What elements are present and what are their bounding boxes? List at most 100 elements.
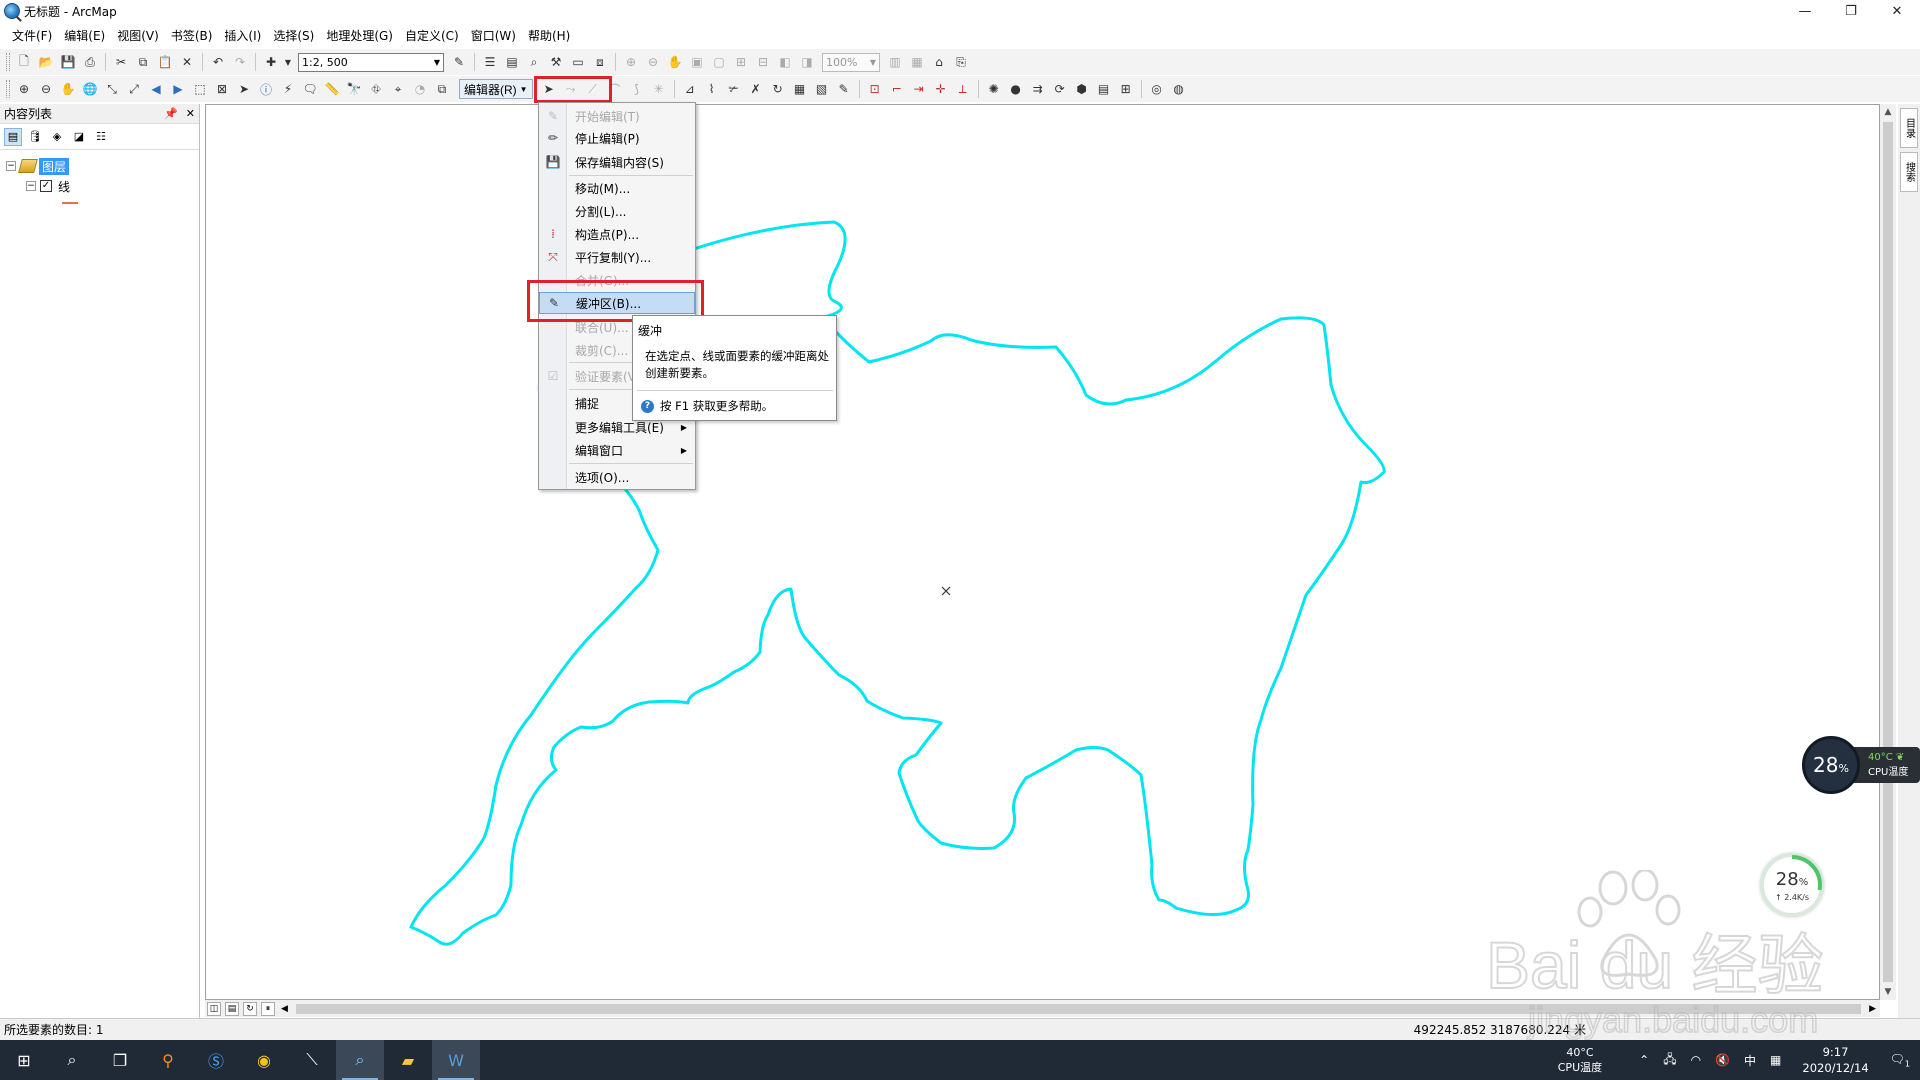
sketch-properties-icon[interactable]: ▧ [812,79,832,99]
arcmap-taskbar-icon[interactable]: ⌕ [336,1040,384,1080]
horizontal-scroll-thumb[interactable] [295,1003,1862,1014]
menu-start-editing[interactable]: ✎ 开始编辑(T) [539,105,695,127]
generalize-icon[interactable]: ✺ [984,79,1004,99]
rotate-icon[interactable]: ↻ [768,79,788,99]
toolbar-grip[interactable] [6,80,10,98]
toc-options-icon[interactable]: ☷ [92,128,110,146]
layer-visibility-checkbox[interactable]: ✓ [40,180,52,192]
menu-windows[interactable]: 窗口(W) [465,25,522,47]
dataframe-row[interactable]: − 图层 [6,156,199,176]
fixed-zoom-out-icon[interactable]: ⊟ [753,52,773,72]
chevron-down-icon[interactable]: ▼ [283,52,293,72]
end-point-arc-icon[interactable]: ⌒ [605,79,625,99]
back-arrow-icon[interactable]: ◀ [146,79,166,99]
search-app-icon[interactable]: ⚲ [144,1040,192,1080]
data-view-icon[interactable]: ◫ [207,1001,221,1016]
task-view-icon[interactable]: ❐ [96,1040,144,1080]
toggle-draft-icon[interactable]: ▥ [885,52,905,72]
data-driven-pages-icon[interactable]: ⎘ [951,52,971,72]
previous-extent-icon[interactable]: ◧ [775,52,795,72]
layout-zoom-combo[interactable]: 100% ▼ [822,52,880,72]
cut-icon[interactable]: ✂ [111,52,131,72]
focus-data-frame-icon[interactable]: ▦ [907,52,927,72]
menu-geoprocessing[interactable]: 地理处理(G) [320,25,399,47]
copy-icon[interactable]: ⧉ [133,52,153,72]
table-of-contents-icon[interactable]: ☰ [480,52,500,72]
cpu-monitor-widget[interactable]: 40°C ❦ CPU温度 28% [1802,736,1920,794]
arctoolbox-icon[interactable]: ⚒ [546,52,566,72]
scroll-down-icon[interactable]: ▼ [1880,984,1896,1000]
notification-icon[interactable]: 🗨1 [1890,1052,1910,1068]
next-extent-icon[interactable]: ◨ [797,52,817,72]
menu-buffer[interactable]: ✎ 缓冲区(B)... [539,292,695,314]
pan-icon[interactable]: ✋ [58,79,78,99]
menu-customize[interactable]: 自定义(C) [399,25,465,47]
line-intersection-icon[interactable]: ✛ [931,79,951,99]
paste-icon[interactable]: 📋 [155,52,175,72]
scroll-up-icon[interactable]: ▲ [1880,104,1896,120]
find-icon[interactable]: 🔭 [344,79,364,99]
word-icon[interactable]: W [432,1040,480,1080]
trace-icon[interactable]: ⟆ [627,79,647,99]
straight-segment-icon[interactable]: ⟋ [583,79,603,99]
change-layout-icon[interactable]: ⌂ [929,52,949,72]
html-popup-icon[interactable]: 🗨 [300,79,320,99]
planarize-icon[interactable]: ▤ [1094,79,1114,99]
edit-vertices-icon[interactable]: ⊿ [680,79,700,99]
model-builder-icon[interactable]: ⧈ [590,52,610,72]
pin-icon[interactable]: 📌 [164,107,178,120]
collapse-icon[interactable]: − [6,161,16,171]
keyboard-grid-icon[interactable]: ▦ [1770,1053,1781,1067]
menu-editing-windows[interactable]: 编辑窗口 ▶ [539,439,695,461]
restore-button[interactable]: ❐ [1828,0,1874,22]
list-by-visibility-icon[interactable]: ◈ [48,128,66,146]
fixed-zoom-in-icon[interactable]: ⊞ [731,52,751,72]
minimize-button[interactable]: — [1782,0,1828,22]
close-button[interactable]: ✕ [1874,0,1920,22]
zoom-whole-page-icon[interactable]: ▣ [687,52,707,72]
explode-icon[interactable]: ⟂ [953,79,973,99]
measure-icon[interactable]: 📏 [322,79,342,99]
menu-split[interactable]: 分割(L)... [539,200,695,222]
layout-zoom-in-icon[interactable]: ⊕ [621,52,641,72]
menu-edit[interactable]: 编辑(E) [58,25,111,47]
tray-cpu-temperature[interactable]: 40°C CPU温度 [1558,1045,1602,1075]
chevron-up-icon[interactable]: ⌃ [1639,1053,1649,1067]
select-elements-icon[interactable]: ➤ [234,79,254,99]
redo-icon[interactable]: ↷ [230,52,250,72]
cut-polygons-icon[interactable]: ✃ [724,79,744,99]
split-tool-icon[interactable]: ✗ [746,79,766,99]
network-icon[interactable]: 🖧 [1663,1050,1676,1071]
reshape-feature-icon[interactable]: ⌇ [702,79,722,99]
layout-view-icon[interactable]: ▤ [225,1001,239,1016]
map-vertical-scrollbar[interactable]: ▲ ▼ [1880,104,1896,1000]
trim-icon[interactable]: ⌐ [887,79,907,99]
map-view[interactable] [205,104,1880,1000]
editor-toolbar-icon[interactable]: ✎ [449,52,469,72]
go-to-xy-icon[interactable]: ⌖ [388,79,408,99]
catalog-dock-tab[interactable]: 目录 [1900,108,1918,148]
windows-start-icon[interactable]: ⊞ [0,1040,48,1080]
construct-polygons-icon[interactable]: ⬢ [1072,79,1092,99]
menu-merge[interactable]: 合并(G)... [539,269,695,291]
python-window-icon[interactable]: ▭ [568,52,588,72]
catalog-icon[interactable]: ▤ [502,52,522,72]
close-icon[interactable]: ✕ [186,107,195,120]
identify-icon[interactable]: ⓘ [256,79,276,99]
find-route-icon[interactable]: ⛗ [366,79,386,99]
scroll-left-icon[interactable]: ◀ [281,1004,288,1014]
menu-help[interactable]: 帮助(H) [522,25,576,47]
new-document-icon[interactable]: 🗋 [14,52,34,72]
search-window-icon[interactable]: ⌕ [524,52,544,72]
align-edge-icon[interactable]: ⇉ [1028,79,1048,99]
ime-indicator[interactable]: 中 [1744,1052,1756,1069]
create-features-icon[interactable]: ✎ [834,79,854,99]
attributes-icon[interactable]: ▦ [790,79,810,99]
scroll-right-icon[interactable]: ▶ [1869,1004,1876,1014]
toolbar-grip[interactable] [6,53,10,71]
taskbar-clock[interactable]: 9:17 2020/12/14 [1802,1044,1868,1076]
map-scale-combo[interactable]: 1:2, 500 ▼ [298,52,444,72]
extend-icon[interactable]: ⇥ [909,79,929,99]
fixed-zoom-out-icon[interactable]: ⤢ [124,79,144,99]
dataframe-label[interactable]: 图层 [39,157,70,175]
